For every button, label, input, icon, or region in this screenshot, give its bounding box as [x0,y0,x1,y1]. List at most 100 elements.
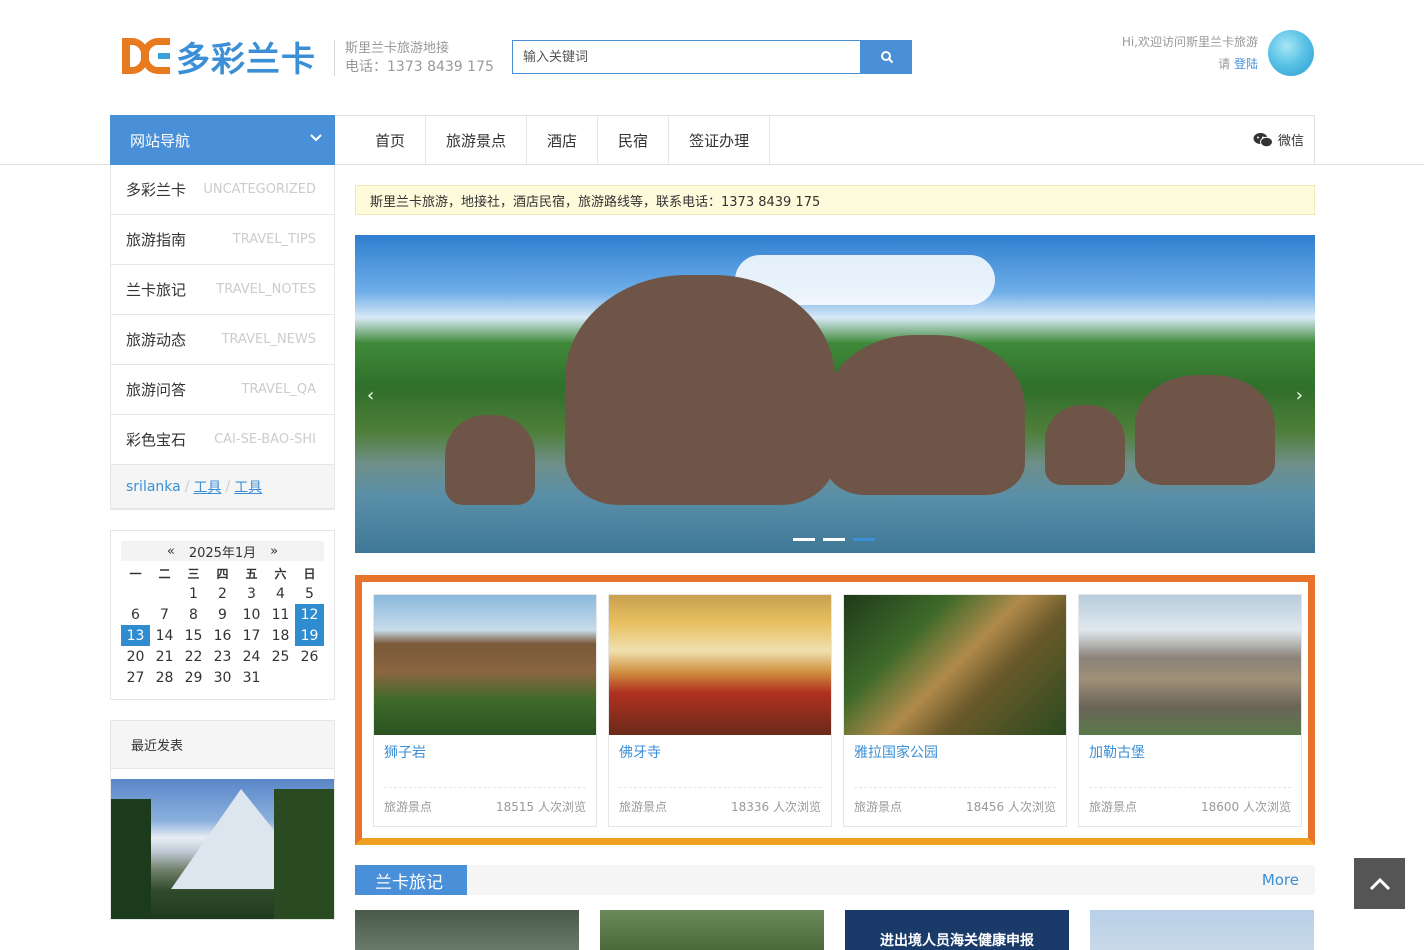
attraction-views: 18456 人次浏览 [966,800,1056,814]
search-button[interactable] [861,40,912,74]
travel-note-thumb[interactable] [600,910,824,950]
calendar-day: 31 [242,669,261,686]
tag-tools-1[interactable]: 工具 [193,477,221,497]
calendar-day: 7 [160,606,169,623]
calendar-day[interactable]: 12 [295,604,324,625]
carousel-prev-icon[interactable]: ‹ [367,385,374,406]
search-input[interactable] [512,40,861,74]
tag-list: srilanka / 工具 / 工具 [111,465,334,509]
sidebar: 多彩兰卡 UNCATEGORIZED 旅游指南 TRAVEL_TIPS 兰卡旅记 TR… [110,165,335,920]
site-desc-line1: 斯里兰卡旅游地接 [345,41,450,56]
avatar[interactable] [1268,30,1314,76]
attraction-category: 旅游景点 [854,800,903,814]
attraction-card[interactable]: 狮子岩 旅游景点 18515 人次浏览 [373,594,597,827]
calendar-weekday: 四 [216,566,229,581]
calendar-day: 27 [126,669,145,686]
calendar-empty-cell [121,583,150,604]
wechat-link[interactable]: 微信 [1253,130,1304,149]
nav-item-attractions[interactable]: 旅游景点 [426,116,528,165]
tag-srilanka[interactable]: srilanka [126,479,181,495]
calendar-day: 26 [300,648,319,665]
calendar-day: 28 [155,669,174,686]
hero-carousel[interactable]: ‹ › [355,235,1315,553]
attraction-card[interactable]: 雅拉国家公园 旅游景点 18456 人次浏览 [843,594,1067,827]
calendar-weekday: 五 [245,566,258,581]
calendar-day: 9 [218,606,227,623]
attraction-title: 狮子岩 [384,745,426,761]
section-title: 兰卡旅记 [355,865,467,895]
calendar-day: 1 [189,585,198,602]
featured-attractions: 狮子岩 旅游景点 18515 人次浏览 佛牙寺 旅游景点 18336 人次浏览 雅拉… [355,575,1315,845]
attraction-views: 18336 人次浏览 [731,800,821,814]
travel-notes-thumbs: 进出境人员海关健康申报 [355,910,1315,950]
category-item-uncategorized[interactable]: 多彩兰卡 UNCATEGORIZED [111,165,334,215]
main-content: 斯里兰卡旅游，地接社，酒店民宿，旅游路线等，联系电话：1373 8439 175… [355,165,1315,950]
carousel-dot-1[interactable] [793,538,815,541]
calendar-day: 6 [131,606,140,623]
wechat-icon [1253,132,1273,147]
category-item-travel-notes[interactable]: 兰卡旅记 TRAVEL_NOTES [111,265,334,315]
category-item-gems[interactable]: 彩色宝石 CAI-SE-BAO-SHI [111,415,334,465]
travel-note-thumb[interactable]: 进出境人员海关健康申报 [845,910,1069,950]
calendar-day: 4 [276,585,285,602]
attraction-image [1079,595,1301,735]
attraction-title: 雅拉国家公园 [854,745,938,761]
attraction-card[interactable]: 加勒古堡 旅游景点 18600 人次浏览 [1078,594,1302,827]
calendar-empty-cell [295,667,324,688]
calendar-widget: « 2025年1月 » 一二三四五六日 1 2 3 4 5 6 7 8 9 10 11 12 13 14 1… [110,530,335,700]
category-item-travel-qa[interactable]: 旅游问答 TRAVEL_QA [111,365,334,415]
nav-item-visa[interactable]: 签证办理 [669,116,771,165]
main-navbar: 网站导航 首页 旅游景点 酒店 民宿 签证办理 微信 [0,115,1424,165]
attraction-card[interactable]: 佛牙寺 旅游景点 18336 人次浏览 [608,594,832,827]
attraction-category: 旅游景点 [384,800,433,814]
recent-post-thumbnail[interactable] [111,779,334,919]
calendar-table: 一二三四五六日 1 2 3 4 5 6 7 8 9 10 11 12 13 14 15 16 17 18 19 20 2… [121,563,324,688]
carousel-dot-2[interactable] [823,538,845,541]
login-link[interactable]: 登陆 [1234,57,1258,71]
nav-menu: 首页 旅游景点 酒店 民宿 签证办理 [335,115,771,165]
site-logo[interactable]: 多彩兰卡 [122,36,316,80]
calendar-day: 30 [213,669,232,686]
calendar-weekday: 三 [187,566,200,581]
welcome-text: Hi,欢迎访问斯里兰卡旅游 [1121,35,1258,49]
calendar-empty-cell [150,583,179,604]
calendar-day: 5 [305,585,314,602]
attraction-category: 旅游景点 [619,800,668,814]
login-prefix: 请 [1218,57,1231,71]
travel-note-thumb[interactable] [1090,910,1314,950]
calendar-day[interactable]: 13 [121,625,150,646]
site-nav-dropdown[interactable]: 网站导航 [110,115,335,165]
travel-note-thumb[interactable] [355,910,579,950]
nav-item-hotels[interactable]: 酒店 [527,116,599,165]
recent-posts: 最近发表 [110,720,335,920]
category-item-travel-tips[interactable]: 旅游指南 TRAVEL_TIPS [111,215,334,265]
carousel-indicators [793,538,875,541]
site-description: 斯里兰卡旅游地接 电话：1373 8439 175 [345,40,494,76]
calendar-day: 16 [213,627,232,644]
calendar-empty-cell [266,667,295,688]
calendar-day: 20 [126,648,145,665]
more-link[interactable]: More [1262,871,1299,889]
attraction-image [844,595,1066,735]
calendar-day: 21 [155,648,174,665]
calendar-prev-button[interactable]: « [167,544,175,559]
calendar-day: 29 [184,669,203,686]
carousel-next-icon[interactable]: › [1296,385,1303,406]
tag-tools-2[interactable]: 工具 [234,477,262,497]
calendar-next-button[interactable]: » [270,544,278,559]
calendar-month: 2025年1月 [188,545,257,561]
calendar-day: 22 [184,648,203,665]
chevron-down-icon [310,134,322,142]
calendar-day[interactable]: 19 [295,625,324,646]
search-icon [880,51,893,64]
calendar-day: 14 [155,627,174,644]
logo-mark-icon [122,36,172,76]
back-to-top-button[interactable] [1354,858,1405,909]
calendar-day: 2 [218,585,227,602]
nav-item-home[interactable]: 首页 [335,116,427,165]
category-item-travel-news[interactable]: 旅游动态 TRAVEL_NEWS [111,315,334,365]
site-nav-label: 网站导航 [130,131,191,150]
carousel-dot-3[interactable] [853,538,875,541]
attraction-category: 旅游景点 [1089,800,1138,814]
nav-item-homestays[interactable]: 民宿 [598,116,670,165]
